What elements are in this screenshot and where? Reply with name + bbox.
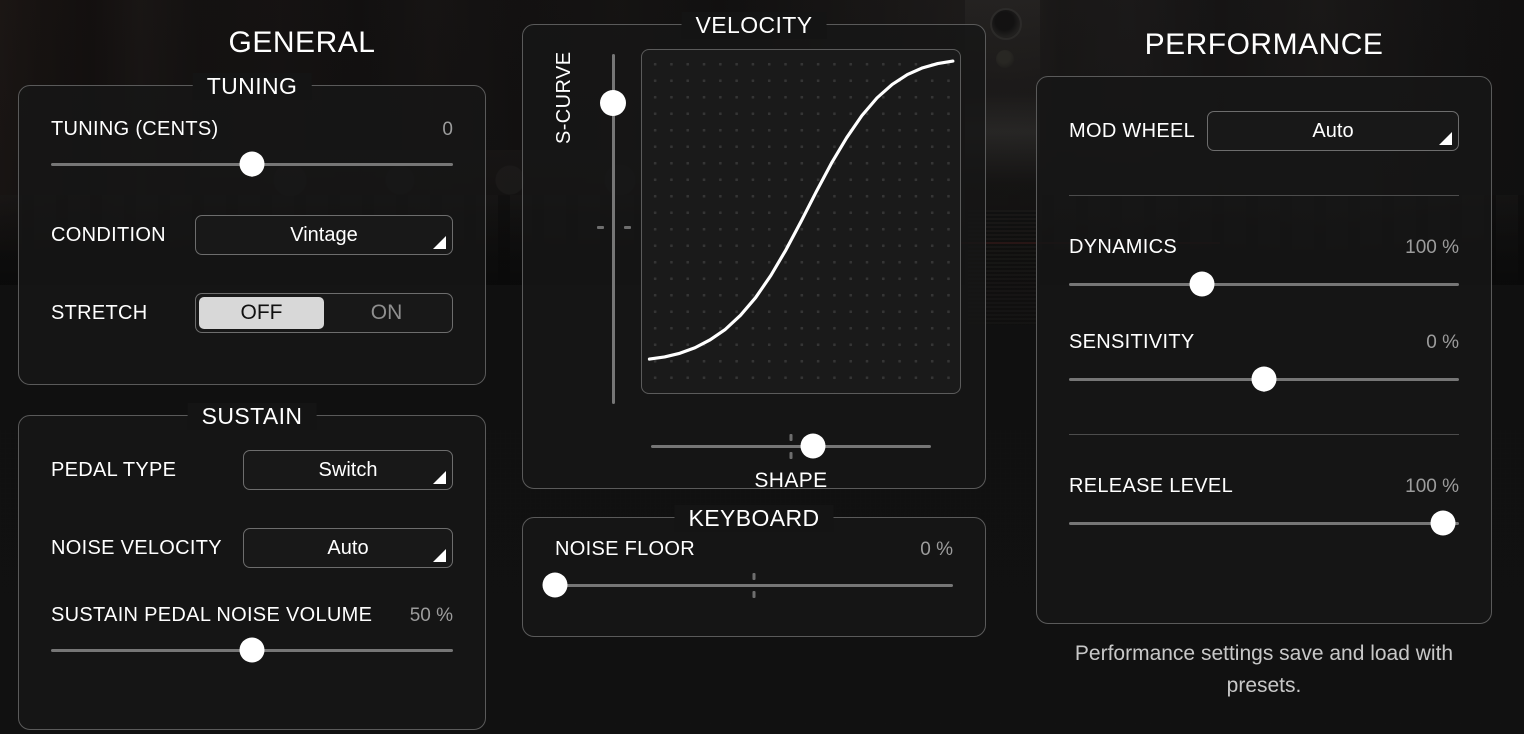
slider-knob[interactable]: [543, 573, 568, 598]
condition-row: CONDITION Vintage: [51, 215, 453, 255]
slider-knob[interactable]: [600, 90, 626, 116]
release-level-row: RELEASE LEVEL 100 %: [1069, 475, 1459, 498]
pedal-type-dropdown[interactable]: Switch: [243, 450, 453, 490]
condition-value: Vintage: [290, 224, 357, 247]
slider-center-tick-left: [597, 226, 604, 229]
noise-floor-label: NOISE FLOOR: [555, 538, 695, 561]
pedal-type-label: PEDAL TYPE: [51, 459, 176, 482]
performance-note: Performance settings save and load with …: [1004, 638, 1524, 701]
general-title: GENERAL: [0, 0, 504, 60]
slider-knob[interactable]: [1431, 511, 1456, 536]
tuning-legend: TUNING: [193, 73, 312, 100]
slider-track: [1069, 283, 1459, 286]
keyboard-panel: KEYBOARD NOISE FLOOR 0 %: [522, 517, 986, 637]
dynamics-slider[interactable]: [1069, 271, 1459, 297]
performance-title: PERFORMANCE: [1004, 0, 1524, 62]
plugin-settings-window: GENERAL TUNING TUNING (CENTS) 0 CONDITIO…: [0, 0, 1524, 734]
scurve-column: S-CURVE: [547, 49, 641, 419]
slider-track: [1069, 522, 1459, 525]
pedal-noise-volume-slider[interactable]: [51, 637, 453, 663]
slider-knob[interactable]: [801, 434, 826, 459]
sensitivity-slider[interactable]: [1069, 366, 1459, 392]
mod-wheel-label: MOD WHEEL: [1069, 120, 1195, 143]
slider-track: [555, 584, 953, 587]
sustain-panel: SUSTAIN PEDAL TYPE Switch NOISE VELOCITY…: [18, 415, 486, 730]
release-level-value: 100 %: [1405, 476, 1459, 498]
tuning-cents-value: 0: [442, 119, 453, 141]
velocity-curve-chart[interactable]: [641, 49, 961, 394]
slider-knob[interactable]: [240, 152, 265, 177]
velocity-legend: VELOCITY: [682, 12, 827, 39]
velocity-panel: VELOCITY S-CURVE: [522, 24, 986, 489]
slider-knob[interactable]: [1252, 367, 1277, 392]
noise-floor-slider[interactable]: [555, 572, 953, 598]
release-level-label: RELEASE LEVEL: [1069, 475, 1233, 498]
pedal-noise-volume-label: SUSTAIN PEDAL NOISE VOLUME: [51, 604, 372, 627]
stretch-on-option[interactable]: ON: [324, 297, 449, 329]
chevron-down-icon: [433, 471, 446, 484]
stretch-off-option[interactable]: OFF: [199, 297, 324, 329]
performance-divider-2: [1069, 434, 1459, 435]
sustain-legend: SUSTAIN: [188, 403, 317, 430]
sensitivity-label: SENSITIVITY: [1069, 331, 1195, 354]
center-column: VELOCITY S-CURVE: [504, 0, 1004, 734]
chevron-down-icon: [1439, 132, 1452, 145]
scurve-slider[interactable]: [601, 54, 627, 404]
mod-wheel-row: MOD WHEEL Auto: [1069, 111, 1459, 151]
general-column: GENERAL TUNING TUNING (CENTS) 0 CONDITIO…: [0, 0, 504, 734]
noise-velocity-value: Auto: [327, 537, 368, 560]
pedal-type-row: PEDAL TYPE Switch: [51, 450, 453, 490]
performance-divider-1: [1069, 195, 1459, 196]
noise-floor-row: NOISE FLOOR 0 %: [555, 538, 953, 561]
chevron-down-icon: [433, 549, 446, 562]
stretch-label: STRETCH: [51, 302, 148, 325]
slider-center-tick-top: [790, 434, 793, 441]
noise-velocity-dropdown[interactable]: Auto: [243, 528, 453, 568]
tuning-cents-row: TUNING (CENTS) 0: [51, 118, 453, 141]
condition-label: CONDITION: [51, 224, 166, 247]
slider-knob[interactable]: [240, 638, 265, 663]
slider-center-tick-bottom: [753, 591, 756, 598]
mod-wheel-dropdown[interactable]: Auto: [1207, 111, 1459, 151]
slider-knob[interactable]: [1189, 272, 1214, 297]
slider-center-tick-top: [753, 573, 756, 580]
slider-center-tick-bottom: [790, 452, 793, 459]
performance-column: PERFORMANCE MOD WHEEL Auto DYNAMICS 100 …: [1004, 0, 1524, 734]
sensitivity-row: SENSITIVITY 0 %: [1069, 331, 1459, 354]
scurve-label: S-CURVE: [553, 52, 576, 144]
condition-dropdown[interactable]: Vintage: [195, 215, 453, 255]
pedal-noise-volume-row: SUSTAIN PEDAL NOISE VOLUME 50 %: [51, 604, 453, 627]
pedal-type-value: Switch: [319, 459, 378, 482]
tuning-cents-label: TUNING (CENTS): [51, 118, 219, 141]
slider-track: [651, 445, 931, 448]
velocity-body: S-CURVE: [547, 49, 961, 419]
mod-wheel-value: Auto: [1312, 120, 1353, 143]
stretch-row: STRETCH OFF ON: [51, 293, 453, 333]
performance-panel: MOD WHEEL Auto DYNAMICS 100 % SENSI: [1036, 76, 1492, 624]
release-level-slider[interactable]: [1069, 510, 1459, 536]
tuning-panel: TUNING TUNING (CENTS) 0 CONDITION Vintag…: [18, 85, 486, 385]
chevron-down-icon: [433, 236, 446, 249]
noise-floor-value: 0 %: [920, 539, 953, 561]
noise-velocity-label: NOISE VELOCITY: [51, 537, 222, 560]
stretch-toggle[interactable]: OFF ON: [195, 293, 453, 333]
velocity-curve-line: [642, 50, 960, 371]
dynamics-value: 100 %: [1405, 237, 1459, 259]
noise-velocity-row: NOISE VELOCITY Auto: [51, 528, 453, 568]
shape-label: SHAPE: [621, 469, 961, 493]
pedal-noise-volume-value: 50 %: [410, 605, 453, 627]
slider-center-tick-right: [624, 226, 631, 229]
sensitivity-value: 0 %: [1426, 332, 1459, 354]
shape-slider[interactable]: [651, 433, 931, 459]
dynamics-label: DYNAMICS: [1069, 236, 1177, 259]
keyboard-legend: KEYBOARD: [674, 505, 833, 532]
tuning-cents-slider[interactable]: [51, 151, 453, 177]
dynamics-row: DYNAMICS 100 %: [1069, 236, 1459, 259]
